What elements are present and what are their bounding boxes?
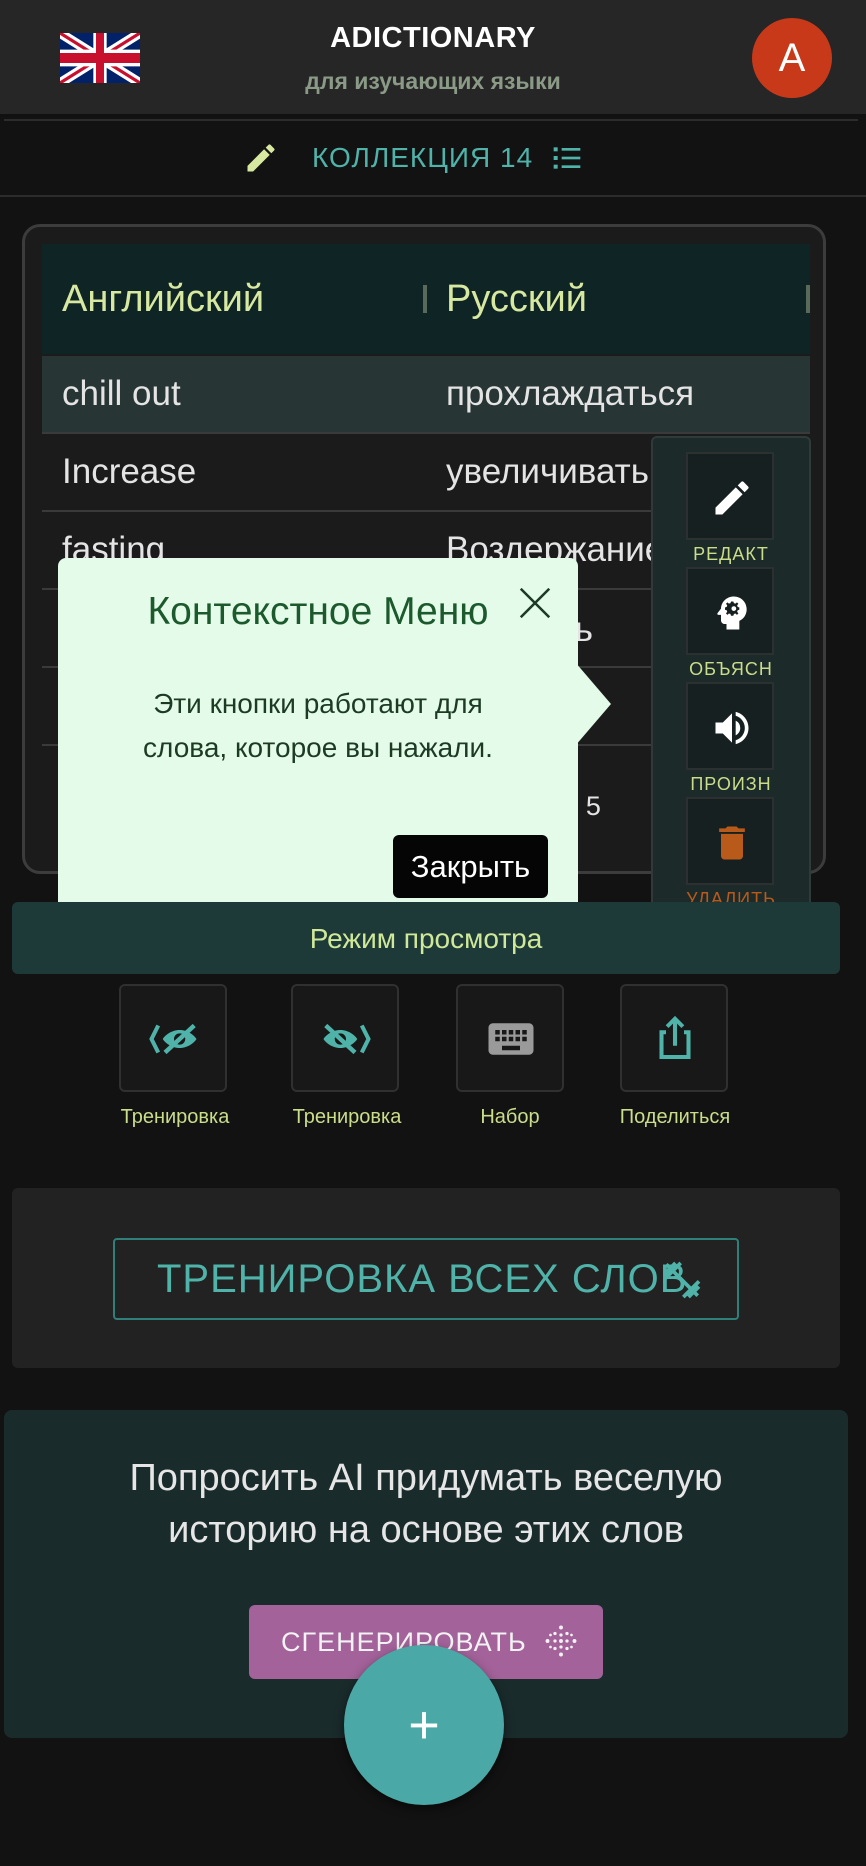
- cell-english: Increase: [62, 452, 197, 491]
- ai-prompt-line: Попросить AI придумать веселую: [129, 1457, 723, 1499]
- eye-hidden-left-icon: [149, 1023, 197, 1055]
- keyboard-icon: [488, 1023, 534, 1055]
- ai-prompt-line: историю на основе этих слов: [168, 1509, 684, 1551]
- cell-russian: увеличивать: [446, 452, 649, 491]
- eye-hidden-right-icon: [323, 1023, 371, 1055]
- share-button[interactable]: [620, 984, 728, 1092]
- column-header-english[interactable]: Английский: [62, 244, 264, 354]
- popover-close-button[interactable]: Закрыть: [393, 835, 548, 898]
- trash-icon: [719, 826, 745, 860]
- tool-label: Поделиться: [619, 1106, 731, 1128]
- pronounce-label: ПРОИЗН: [690, 774, 772, 794]
- delete-button[interactable]: [686, 797, 774, 885]
- popover-text: Эти кнопки работают для слова, которое в…: [58, 682, 578, 770]
- tool-label: Тренировка: [120, 1106, 230, 1128]
- cell-english: chill out: [62, 374, 181, 413]
- explain-button[interactable]: [686, 567, 774, 655]
- pencil-icon[interactable]: [243, 140, 279, 176]
- dumbbell-icon: [663, 1261, 701, 1299]
- cell-russian: прохлаждаться: [446, 374, 695, 413]
- popover-text-line: слова, которое вы нажали.: [143, 732, 493, 763]
- popover-text-line: Эти кнопки работают для: [153, 688, 483, 719]
- column-header-russian[interactable]: Русский: [446, 244, 587, 354]
- typing-button[interactable]: [456, 984, 564, 1092]
- edit-label: РЕДАКТ: [693, 544, 769, 564]
- column-divider[interactable]: [806, 285, 810, 313]
- view-mode-label: Режим просмотра: [309, 923, 543, 954]
- tool-label: Набор: [480, 1106, 540, 1128]
- list-icon[interactable]: [550, 142, 584, 174]
- popover-arrow: [575, 662, 611, 746]
- close-icon[interactable]: [516, 584, 554, 622]
- collection-title[interactable]: КОЛЛЕКЦИЯ 14: [312, 140, 533, 176]
- share-icon: [659, 1015, 691, 1060]
- speaker-icon: [715, 711, 749, 745]
- train-hide-left-button[interactable]: [119, 984, 227, 1092]
- sparkle-dots-icon: [545, 1625, 577, 1657]
- brain-gear-icon: [717, 596, 747, 630]
- app-subtitle: для изучающих языки: [305, 68, 561, 94]
- train-hide-right-button[interactable]: [291, 984, 399, 1092]
- avatar[interactable]: A: [752, 18, 832, 98]
- train-all-label: ТРЕНИРОВКА ВСЕХ СЛОВ: [157, 1257, 688, 1301]
- explain-label: ОБЪЯСН: [689, 659, 773, 679]
- pronounce-button[interactable]: [686, 682, 774, 770]
- app-title: ADICTIONARY: [330, 22, 536, 54]
- ai-story-prompt: Попросить AI придумать веселую историю н…: [4, 1452, 848, 1556]
- plus-icon: +: [408, 1695, 440, 1755]
- edit-button[interactable]: [686, 452, 774, 540]
- column-divider[interactable]: [423, 285, 427, 313]
- popover-title: Контекстное Меню: [147, 590, 489, 633]
- tool-label: Тренировка: [292, 1106, 402, 1128]
- pencil-icon: [715, 481, 749, 515]
